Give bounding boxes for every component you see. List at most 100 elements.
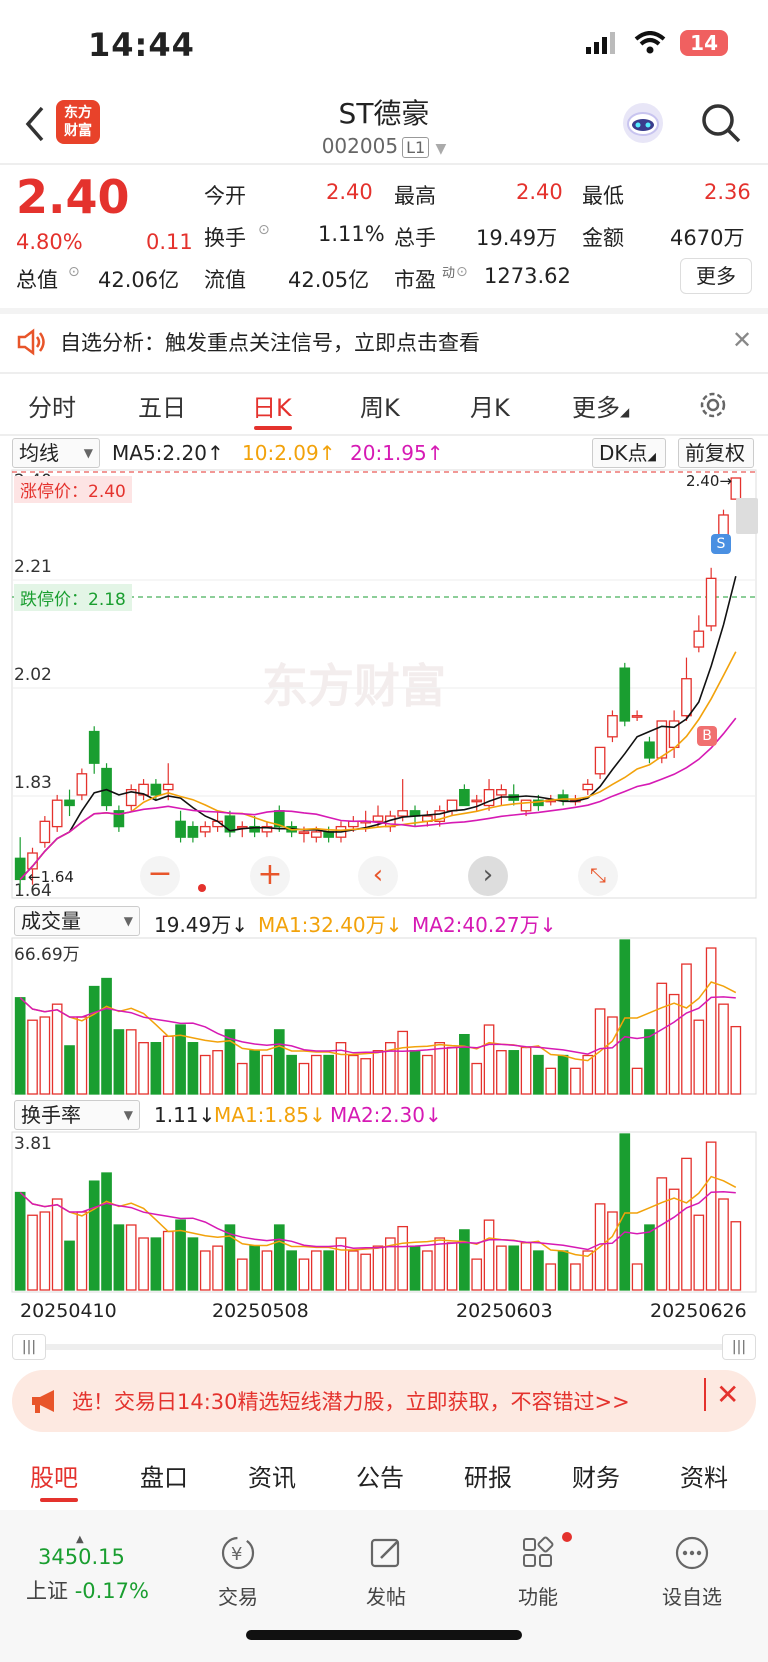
candle-body	[298, 831, 310, 835]
info-icon[interactable]: ⊙	[258, 222, 270, 238]
indicator-select-label: 均线	[19, 441, 59, 465]
dock-add-watchlist[interactable]: 设自选	[656, 1534, 728, 1610]
more-button[interactable]: 更多	[680, 258, 752, 294]
promo-close-icon[interactable]: ✕	[704, 1378, 739, 1411]
tab-profile[interactable]: 资料	[680, 1458, 728, 1493]
candle-body	[545, 799, 557, 803]
volume-bar	[27, 1019, 38, 1095]
tab-news[interactable]: 资讯	[248, 1458, 296, 1493]
turnover-bar	[619, 1133, 631, 1291]
turnover-bar	[422, 1250, 433, 1291]
candle-body	[125, 788, 137, 807]
zoom-out-button[interactable]: −	[140, 856, 180, 896]
volume-bar	[64, 1045, 75, 1095]
zoom-in-button[interactable]: +	[250, 856, 290, 896]
speaker-icon	[17, 328, 45, 356]
index-ticker[interactable]: ▲ 3450.15 上证 -0.17%	[26, 1534, 156, 1605]
scroll-track	[12, 1344, 756, 1350]
tab-minute[interactable]: 分时	[28, 388, 76, 423]
low-marker-value: 1.64	[40, 868, 74, 886]
value-amount: 4670万	[670, 226, 745, 250]
info-icon[interactable]: ⊙	[68, 264, 80, 280]
tab-pankou[interactable]: 盘口	[140, 1458, 188, 1493]
scroll-right-handle[interactable]: |||	[722, 1334, 756, 1360]
candle-body	[51, 799, 63, 828]
chart-scrollbar[interactable]: ||| |||	[12, 1334, 756, 1360]
dk-point-button[interactable]: DK点◢	[592, 438, 666, 468]
volume-bar	[619, 939, 631, 1095]
tab-daily-k[interactable]: 日K	[252, 388, 292, 423]
y-axis-label: 2.02	[14, 665, 52, 685]
dock-function[interactable]: 功能	[510, 1532, 572, 1610]
search-icon[interactable]	[700, 102, 742, 144]
candle-body	[249, 825, 260, 833]
more-dots-icon	[675, 1536, 709, 1570]
tab-weekly-k[interactable]: 周K	[360, 388, 400, 423]
candle-body	[496, 788, 507, 796]
candle-body	[273, 810, 285, 828]
value-low: 2.36	[704, 180, 751, 204]
label-open: 今开	[204, 184, 246, 208]
close-icon[interactable]: ✕	[732, 326, 752, 354]
volume-bar	[310, 1054, 322, 1095]
tab-guba[interactable]: 股吧	[30, 1458, 78, 1493]
scroll-right-button[interactable]: ›	[468, 856, 508, 896]
scroll-handle[interactable]	[736, 498, 758, 534]
turnover-bar	[496, 1245, 507, 1291]
sell-marker: S	[711, 534, 731, 554]
volume-bar	[249, 1050, 260, 1095]
promo-text: 选！交易日14:30精选短线潜力股，立即获取，不容错过>>	[72, 1390, 630, 1414]
dock-post[interactable]: 发帖	[358, 1534, 414, 1610]
scroll-left-handle[interactable]: |||	[12, 1334, 46, 1360]
volume-bar	[434, 1042, 446, 1095]
status-time: 14:44	[88, 26, 195, 64]
candle-body	[422, 815, 433, 822]
volume-bar	[570, 1067, 581, 1095]
candle-body	[483, 788, 495, 807]
robot-assistant-icon[interactable]	[620, 100, 666, 146]
turnover-bar	[335, 1237, 347, 1291]
info-icon[interactable]: ⊙	[456, 264, 468, 280]
volume-bar	[397, 1030, 409, 1095]
candle-body	[520, 799, 532, 812]
analysis-alert[interactable]: 自选分析：触发重点关注信号，立即点击查看	[0, 310, 768, 374]
label-amount: 金额	[582, 226, 624, 250]
candle-body	[199, 825, 211, 833]
tab-more[interactable]: 更多◢	[572, 388, 629, 423]
volume-select[interactable]: 成交量 ▼	[14, 906, 140, 936]
dropdown-icon: ▼	[123, 1108, 133, 1122]
adjust-select[interactable]: 前复权	[678, 438, 754, 468]
fullscreen-icon[interactable]: ⤡	[578, 856, 618, 896]
settings-gear-icon[interactable]	[698, 390, 728, 420]
tab-research[interactable]: 研报	[464, 1458, 512, 1493]
tab-monthly-k[interactable]: 月K	[470, 388, 510, 423]
turnover-ma1-text: MA1:1.85	[214, 1103, 309, 1127]
volume-ma2-text: MA2:40.27万	[412, 913, 540, 937]
tab-announcements[interactable]: 公告	[356, 1458, 404, 1493]
candle-body	[409, 810, 421, 817]
indicator-select[interactable]: 均线 ▼	[12, 438, 100, 468]
turnover-bar	[261, 1250, 273, 1291]
turnover-bar	[594, 1203, 606, 1291]
candle-body	[582, 783, 594, 791]
index-name: 上证	[26, 1579, 68, 1603]
dock-trade[interactable]: ¥ 交易	[210, 1534, 266, 1610]
dock-function-label: 功能	[518, 1585, 558, 1609]
candle-body	[631, 715, 643, 718]
tab-five-day[interactable]: 五日	[138, 388, 186, 423]
candle-body	[446, 799, 458, 812]
turnover-bar	[705, 1141, 717, 1291]
volume-bar	[88, 985, 100, 1095]
turnover-bar	[372, 1245, 384, 1291]
candle-body	[113, 810, 125, 828]
turnover-bar	[310, 1250, 322, 1291]
turnover-bar	[718, 1198, 729, 1291]
candle-body	[347, 820, 359, 828]
tab-finance[interactable]: 财务	[572, 1458, 620, 1493]
panel-frame	[11, 1131, 757, 1293]
index-value: 3450.15	[38, 1545, 125, 1569]
volume-bar	[668, 993, 680, 1095]
turnover-select[interactable]: 换手率 ▼	[14, 1100, 140, 1130]
promo-banner[interactable]: 选！交易日14:30精选短线潜力股，立即获取，不容错过>>	[12, 1370, 756, 1432]
scroll-left-button[interactable]: ‹	[358, 856, 398, 896]
